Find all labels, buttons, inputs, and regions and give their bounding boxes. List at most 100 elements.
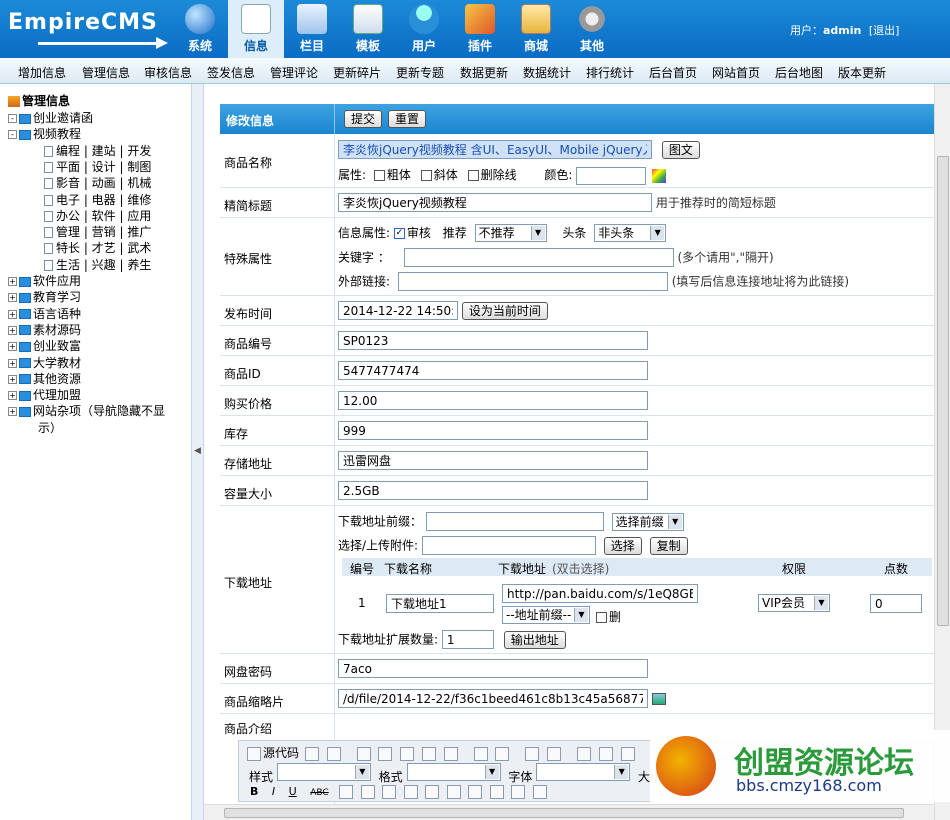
subnav-audit-info[interactable]: 审核信息	[144, 64, 192, 81]
collapse-icon[interactable]: -	[8, 114, 17, 123]
sidebar-item[interactable]: 特长 | 才艺 | 武术	[44, 239, 151, 255]
horizontal-scrollbar-thumb[interactable]	[224, 808, 904, 818]
subnav-admin-map[interactable]: 后台地图	[775, 64, 823, 81]
sidebar-item[interactable]: 管理 | 营销 | 推广	[44, 223, 151, 239]
style-select[interactable]: ▼	[276, 763, 371, 781]
strike-checkbox[interactable]	[467, 170, 479, 181]
password-input[interactable]	[338, 659, 648, 678]
subnav-version-update[interactable]: 版本更新	[838, 64, 886, 81]
font-select[interactable]: ▼	[536, 763, 631, 781]
bold-icon[interactable]: B	[250, 785, 258, 798]
replace-icon[interactable]	[547, 746, 562, 761]
product-id-input[interactable]	[338, 361, 648, 380]
headline-select[interactable]: 非头条 ▼	[594, 224, 667, 242]
download-url-input[interactable]	[502, 584, 698, 603]
subnav-manage-info[interactable]: 管理信息	[82, 64, 130, 81]
anchor-icon[interactable]	[382, 785, 397, 799]
expand-icon[interactable]: +	[8, 358, 17, 368]
sidebar-item[interactable]: + 创业致富	[8, 337, 81, 353]
unlink-icon[interactable]	[360, 785, 375, 799]
horizontal-rule-icon[interactable]	[489, 785, 504, 799]
nav-plugin[interactable]: 插件	[452, 0, 508, 58]
nav-user[interactable]: 用户	[396, 0, 452, 58]
set-current-time-button[interactable]: 设为当前时间	[461, 301, 548, 320]
points-input[interactable]	[870, 594, 922, 613]
sidebar-item[interactable]: - 视频教程	[8, 125, 81, 141]
sidebar-item[interactable]: 影音 | 动画 | 机械	[44, 174, 151, 190]
sidebar-item[interactable]: 电子 | 电器 | 维修	[44, 191, 151, 207]
logout-link[interactable]: [退出]	[869, 24, 900, 37]
paste-word-icon[interactable]	[443, 746, 458, 761]
format-select[interactable]: ▼	[406, 763, 501, 781]
sidebar-item[interactable]: + 素材源码	[8, 321, 81, 337]
expand-icon[interactable]: +	[8, 374, 17, 384]
smiley-icon[interactable]	[511, 785, 526, 799]
subnav-update-fragments[interactable]: 更新碎片	[333, 64, 381, 81]
extend-count-input[interactable]	[441, 630, 494, 649]
copy-icon[interactable]	[378, 746, 393, 761]
expand-icon[interactable]: +	[8, 342, 17, 352]
source-code-button[interactable]: 源代码	[263, 746, 299, 760]
sidebar-item[interactable]: + 大学教材	[8, 354, 81, 370]
sidebar-item[interactable]: 办公 | 软件 | 应用	[44, 207, 151, 223]
keyword-input[interactable]	[403, 248, 674, 267]
download-name-input[interactable]	[386, 594, 494, 613]
expand-icon[interactable]: +	[8, 407, 17, 417]
stock-input[interactable]	[338, 421, 648, 440]
price-input[interactable]	[338, 391, 648, 410]
scrollbar-thumb[interactable]	[937, 156, 949, 626]
vertical-scrollbar[interactable]	[934, 84, 950, 820]
subnav-admin-home[interactable]: 后台首页	[649, 64, 697, 81]
sidebar-item[interactable]: 生活 | 兴趣 | 养生	[44, 256, 151, 272]
nav-system[interactable]: 系统	[172, 0, 228, 58]
strikethrough-icon[interactable]: ABC	[310, 788, 328, 798]
source-code-icon[interactable]	[247, 746, 261, 761]
product-name-input[interactable]	[338, 140, 652, 159]
expand-icon[interactable]: +	[8, 325, 17, 335]
expand-icon[interactable]: +	[8, 391, 17, 401]
empirecms-logo[interactable]: EmpireCMS	[8, 8, 168, 52]
sidebar-item[interactable]: - 创业邀请函	[8, 109, 93, 125]
nav-template[interactable]: 模板	[340, 0, 396, 58]
select-all-icon[interactable]	[576, 746, 591, 761]
expand-icon[interactable]: +	[8, 277, 17, 286]
nav-info[interactable]: 信息	[228, 0, 284, 58]
prefix-select[interactable]: 选择前缀 ▼	[611, 512, 684, 531]
sidebar-item[interactable]: + 代理加盟	[8, 386, 81, 402]
select-file-button[interactable]: 选择	[603, 536, 642, 555]
underline-icon[interactable]: U	[289, 785, 297, 798]
external-link-input[interactable]	[397, 272, 668, 291]
expand-icon[interactable]: +	[8, 309, 17, 319]
paste-icon[interactable]	[400, 746, 415, 761]
redo-icon[interactable]	[495, 746, 510, 761]
audit-checkbox[interactable]: ✓	[393, 228, 405, 239]
subnav-rank-stats[interactable]: 排行统计	[586, 64, 634, 81]
cut-icon[interactable]	[356, 746, 371, 761]
sidebar-item[interactable]: + 软件应用	[8, 272, 81, 288]
permission-select[interactable]: VIP会员 ▼	[758, 594, 830, 612]
recommend-select[interactable]: 不推荐 ▼	[474, 224, 547, 242]
url-prefix-select[interactable]: --地址前缀-- ▼	[502, 606, 590, 624]
flash-icon[interactable]	[425, 785, 440, 799]
upload-input[interactable]	[421, 536, 596, 555]
align-icon[interactable]	[620, 746, 635, 761]
search-icon[interactable]	[326, 746, 341, 761]
bold-checkbox[interactable]	[373, 170, 385, 181]
expand-icon[interactable]: +	[8, 293, 17, 303]
nav-column[interactable]: 栏目	[284, 0, 340, 58]
output-address-button[interactable]: 输出地址	[503, 630, 566, 649]
sidebar-item[interactable]: + 语言语种	[8, 305, 81, 321]
sidebar-item[interactable]: + 教育学习	[8, 288, 81, 304]
undo-icon[interactable]	[473, 746, 488, 761]
table-icon[interactable]	[468, 785, 483, 799]
eraser-icon[interactable]	[598, 746, 613, 761]
sidebar-item[interactable]: + 其他资源	[8, 370, 81, 386]
italic-checkbox[interactable]	[420, 170, 432, 181]
subnav-site-home[interactable]: 网站首页	[712, 64, 760, 81]
short-title-input[interactable]	[338, 193, 652, 212]
delete-checkbox[interactable]	[596, 612, 607, 623]
image-icon[interactable]	[403, 785, 418, 799]
reset-button[interactable]: 重置	[388, 110, 427, 128]
subnav-add-info[interactable]: 增加信息	[18, 64, 66, 81]
subnav-data-update[interactable]: 数据更新	[460, 64, 508, 81]
